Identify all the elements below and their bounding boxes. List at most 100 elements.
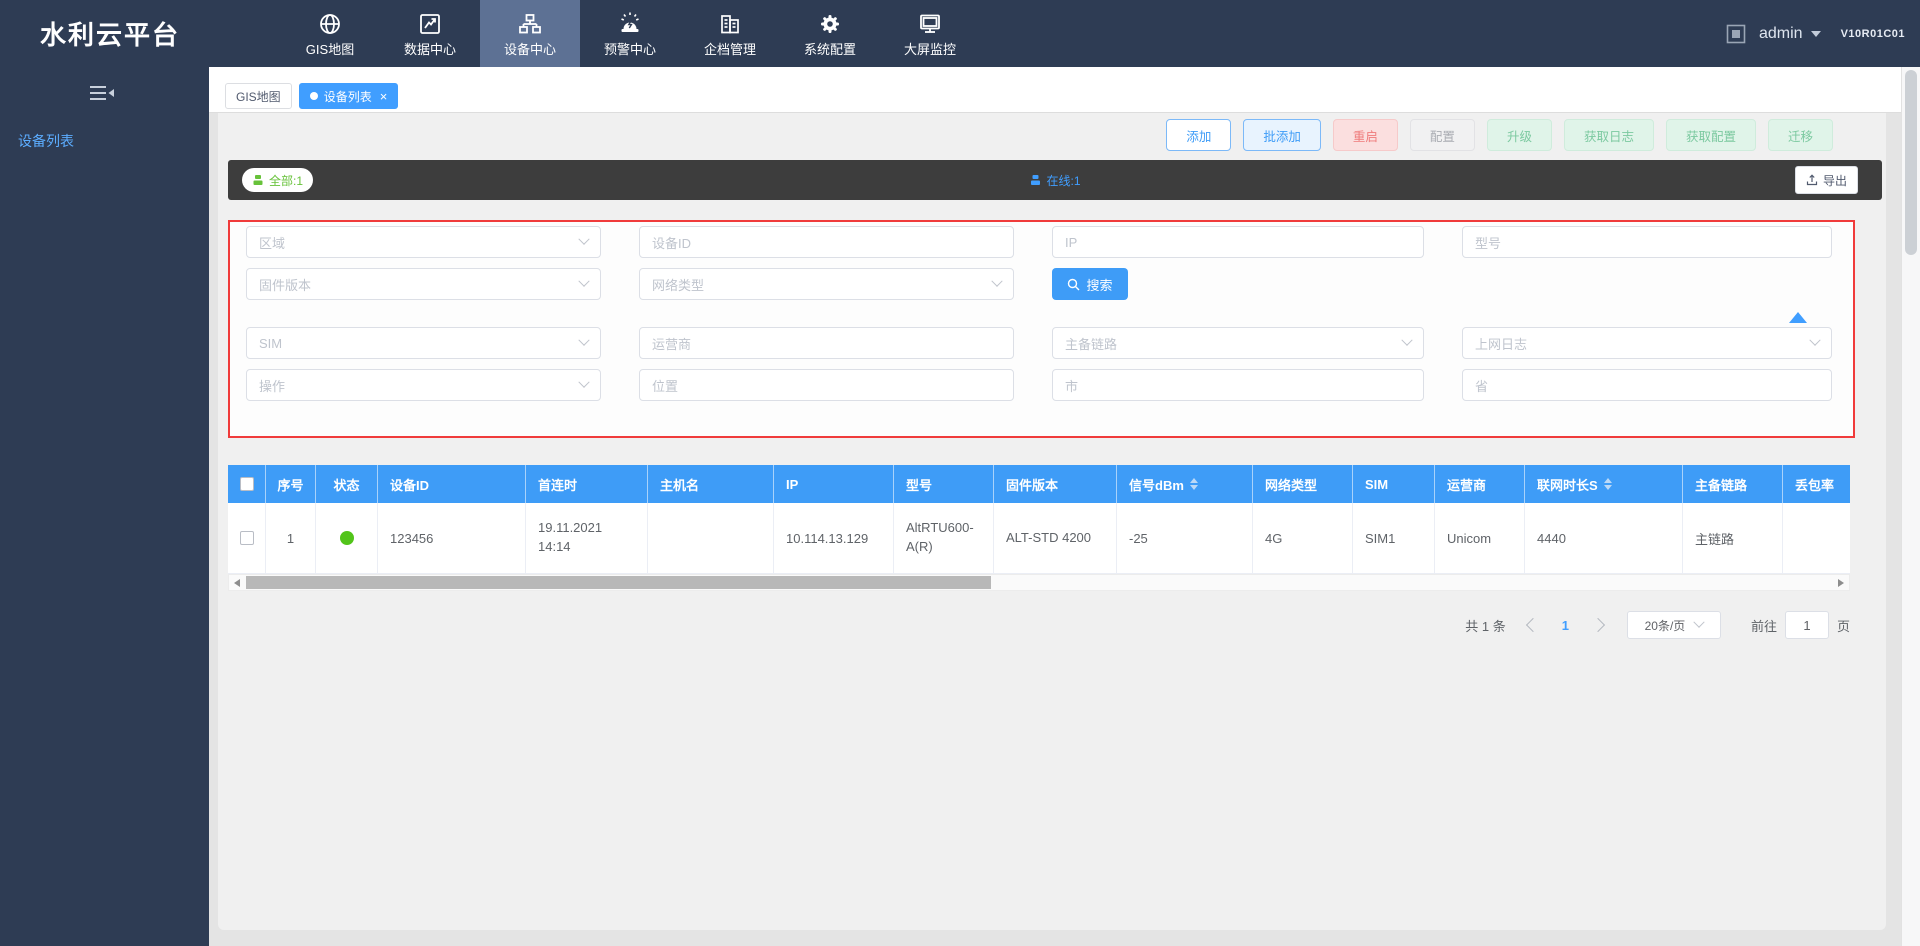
filter-row-1: 区域 设备ID IP 型号 [246, 226, 1837, 258]
operation-select[interactable]: 操作 [246, 369, 601, 401]
sidebar-item-device-list[interactable]: 设备列表 [0, 123, 209, 159]
col-header-seq: 序号 [266, 465, 316, 503]
filter-panel: 区域 设备ID IP 型号 固件版本 网络类型 [228, 220, 1855, 438]
ip-input[interactable]: IP [1052, 226, 1424, 258]
scrollbar-thumb[interactable] [1905, 70, 1917, 255]
vertical-scrollbar[interactable] [1901, 67, 1920, 946]
cell-status [316, 503, 378, 574]
cell-carrier: Unicom [1435, 503, 1525, 574]
chevron-down-icon [578, 234, 589, 245]
scrollbar-thumb[interactable] [246, 576, 991, 589]
gear-icon [817, 9, 843, 37]
row-checkbox[interactable] [240, 531, 254, 545]
sidebar: 设备列表 [0, 67, 209, 946]
close-icon[interactable]: × [380, 90, 388, 103]
cell-ip: 10.114.13.129 [774, 503, 894, 574]
goto-page-input[interactable]: 1 [1785, 611, 1829, 639]
region-select[interactable]: 区域 [246, 226, 601, 258]
search-button[interactable]: 搜索 [1052, 268, 1128, 300]
main-nav: GIS地图 数据中心 设备中心 [280, 0, 980, 67]
export-button[interactable]: 导出 [1795, 166, 1858, 194]
col-header-link: 主备链路 [1683, 465, 1783, 503]
migrate-button[interactable]: 迁移 [1768, 119, 1833, 151]
col-header-hostname: 主机名 [648, 465, 774, 503]
chevron-down-icon [991, 276, 1002, 287]
restart-button[interactable]: 重启 [1333, 119, 1398, 151]
col-header-device-id: 设备ID [378, 465, 526, 503]
tab-gis-map[interactable]: GIS地图 [225, 83, 292, 109]
get-logs-button[interactable]: 获取日志 [1564, 119, 1654, 151]
sidebar-collapse-icon[interactable] [88, 83, 116, 103]
next-page-button[interactable] [1591, 618, 1605, 632]
online-status-dot [340, 531, 354, 545]
network-type-select[interactable]: 网络类型 [639, 268, 1014, 300]
link-select[interactable]: 主备链路 [1052, 327, 1424, 359]
table-row[interactable]: 1 123456 19.11.2021 14:14 10.114.13.129 … [228, 503, 1850, 574]
upload-icon [1806, 174, 1818, 186]
chevron-down-icon[interactable] [1811, 31, 1821, 37]
configure-button[interactable]: 配置 [1410, 119, 1475, 151]
tab-bar: GIS地图 设备列表 × [209, 67, 1901, 113]
avatar-icon[interactable] [1726, 24, 1746, 44]
cell-first-connect: 19.11.2021 14:14 [526, 503, 648, 574]
chevron-down-icon [578, 377, 589, 388]
nav-item-archive-mgmt[interactable]: 企档管理 [680, 0, 780, 67]
device-id-input[interactable]: 设备ID [639, 226, 1014, 258]
nav-item-screen-monitor[interactable]: 大屏监控 [880, 0, 980, 67]
scroll-right-arrow[interactable] [1833, 575, 1849, 590]
device-table: 序号 状态 设备ID 首连时 主机名 IP 型号 固件版本 信号dBm 网络类型… [228, 465, 1850, 591]
nav-item-system-config[interactable]: 系统配置 [780, 0, 880, 67]
table-header-row: 序号 状态 设备ID 首连时 主机名 IP 型号 固件版本 信号dBm 网络类型… [228, 465, 1850, 503]
nav-item-alert-center[interactable]: 预警中心 [580, 0, 680, 67]
sort-icon[interactable] [1190, 478, 1198, 490]
select-all-checkbox[interactable] [240, 477, 254, 491]
sort-icon[interactable] [1604, 478, 1612, 490]
tab-device-list[interactable]: 设备列表 × [299, 83, 399, 109]
nav-item-data-center[interactable]: 数据中心 [380, 0, 480, 67]
location-input[interactable]: 位置 [639, 369, 1014, 401]
horizontal-scrollbar[interactable] [228, 574, 1850, 591]
cell-model: AltRTU600-A(R) [894, 503, 994, 574]
col-header-first-connect: 首连时 [526, 465, 648, 503]
page-number[interactable]: 1 [1558, 618, 1573, 633]
prev-page-button[interactable] [1526, 618, 1540, 632]
col-header-sim: SIM [1353, 465, 1435, 503]
add-button[interactable]: 添加 [1166, 119, 1231, 151]
col-header-status: 状态 [316, 465, 378, 503]
cell-packet-loss [1783, 503, 1850, 574]
filter-all-badge[interactable]: 全部:1 [242, 168, 313, 192]
cell-device-id: 123456 [378, 503, 526, 574]
chevron-down-icon [1401, 335, 1412, 346]
carrier-input[interactable]: 运营商 [639, 327, 1014, 359]
scroll-left-arrow[interactable] [229, 575, 245, 590]
net-log-select[interactable]: 上网日志 [1462, 327, 1832, 359]
app-title: 水利云平台 [0, 15, 209, 52]
collapse-filters-icon[interactable] [1789, 312, 1807, 323]
status-bar: 全部:1 在线:1 导出 [228, 160, 1882, 200]
nav-item-gis-map[interactable]: GIS地图 [280, 0, 380, 67]
firmware-select[interactable]: 固件版本 [246, 268, 601, 300]
top-navbar: 水利云平台 GIS地图 数据中心 [0, 0, 1920, 67]
nav-item-device-center[interactable]: 设备中心 [480, 0, 580, 67]
sim-select[interactable]: SIM [246, 327, 601, 359]
col-header-duration[interactable]: 联网时长S [1525, 465, 1683, 503]
batch-add-button[interactable]: 批添加 [1243, 119, 1321, 151]
city-input[interactable]: 市 [1052, 369, 1424, 401]
cell-link: 主链路 [1683, 503, 1783, 574]
col-header-network: 网络类型 [1253, 465, 1353, 503]
filter-online-badge[interactable]: 在线:1 [1029, 172, 1080, 189]
tab-active-dot [310, 92, 318, 100]
cell-duration: 4440 [1525, 503, 1683, 574]
get-config-button[interactable]: 获取配置 [1666, 119, 1756, 151]
col-header-signal[interactable]: 信号dBm [1117, 465, 1253, 503]
cell-network: 4G [1253, 503, 1353, 574]
upgrade-button[interactable]: 升级 [1487, 119, 1552, 151]
province-input[interactable]: 省 [1462, 369, 1832, 401]
cell-signal: -25 [1117, 503, 1253, 574]
page-size-select[interactable]: 20条/页 [1627, 611, 1721, 639]
user-menu[interactable]: admin [1759, 25, 1803, 43]
building-icon [717, 9, 743, 37]
main-panel: 添加 批添加 重启 配置 升级 获取日志 获取配置 迁移 全部:1 在线:1 [218, 113, 1886, 930]
model-input[interactable]: 型号 [1462, 226, 1832, 258]
col-header-carrier: 运营商 [1435, 465, 1525, 503]
